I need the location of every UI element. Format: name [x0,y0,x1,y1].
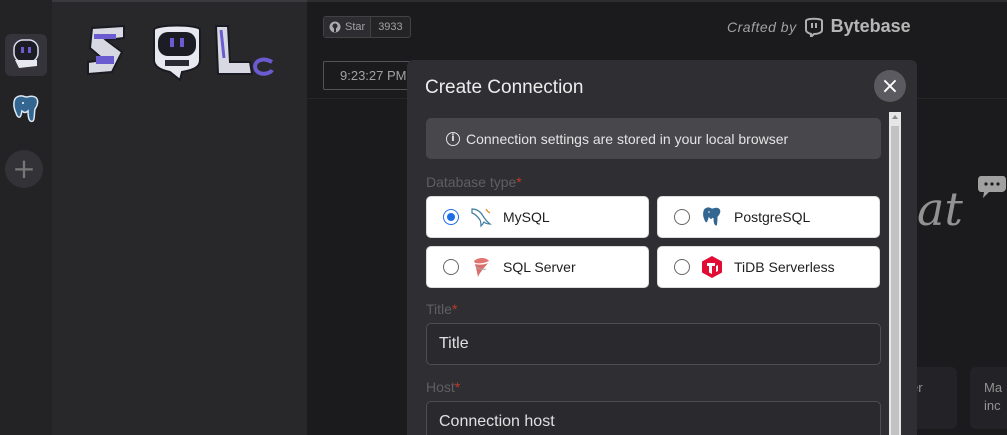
create-connection-modal: Create Connection × i Connection setting… [407,60,917,435]
title-input[interactable]: Title [426,323,881,365]
required-mark: * [516,174,522,190]
notice-text: Connection settings are stored in your l… [466,130,789,147]
radio-postgresql[interactable] [674,209,690,225]
sqlserver-icon [474,258,489,277]
modal-title: Create Connection [425,77,584,98]
radio-mysql[interactable] [443,209,459,225]
required-mark: * [454,379,461,395]
tidb-icon [702,256,722,278]
database-type-label: Database type* [426,174,522,190]
sqlchat-logo [87,24,274,82]
info-icon: i [446,131,460,146]
host-label: Host* [426,379,461,395]
title-label: Title* [426,301,458,317]
scroll-up-icon[interactable] [892,115,898,119]
db-option-label: PostgreSQL [734,209,811,225]
scroll-thumb[interactable] [891,126,899,435]
db-option-sqlserver[interactable]: SQL Server [426,246,649,288]
db-option-label: TiDB Serverless [734,259,835,275]
radio-sqlserver[interactable] [443,259,459,275]
db-option-tidb[interactable]: TiDB Serverless [657,246,880,288]
postgresql-elephant-icon [702,206,722,227]
rail-item-postgres[interactable] [5,88,47,130]
close-button[interactable]: × [874,70,906,102]
local-storage-notice: i Connection settings are stored in your… [426,118,881,159]
rail-item-sqlchat[interactable] [5,34,47,76]
sidebar [52,0,307,435]
host-input[interactable]: Connection host [426,401,881,435]
modal-scrollbar[interactable] [889,112,901,435]
postgresql-elephant-icon [13,95,39,123]
connection-rail: + [0,0,52,435]
db-option-mysql[interactable]: MySQL [426,196,649,238]
close-icon: × [880,73,900,99]
radio-tidb[interactable] [674,259,690,275]
required-mark: * [451,301,458,317]
mysql-dolphin-icon [471,208,492,228]
db-option-label: SQL Server [503,259,576,275]
sqlchat-bot-icon [13,39,39,68]
add-connection-button[interactable]: + [5,150,43,188]
db-option-postgresql[interactable]: PostgreSQL [657,196,880,238]
db-option-label: MySQL [503,209,550,225]
